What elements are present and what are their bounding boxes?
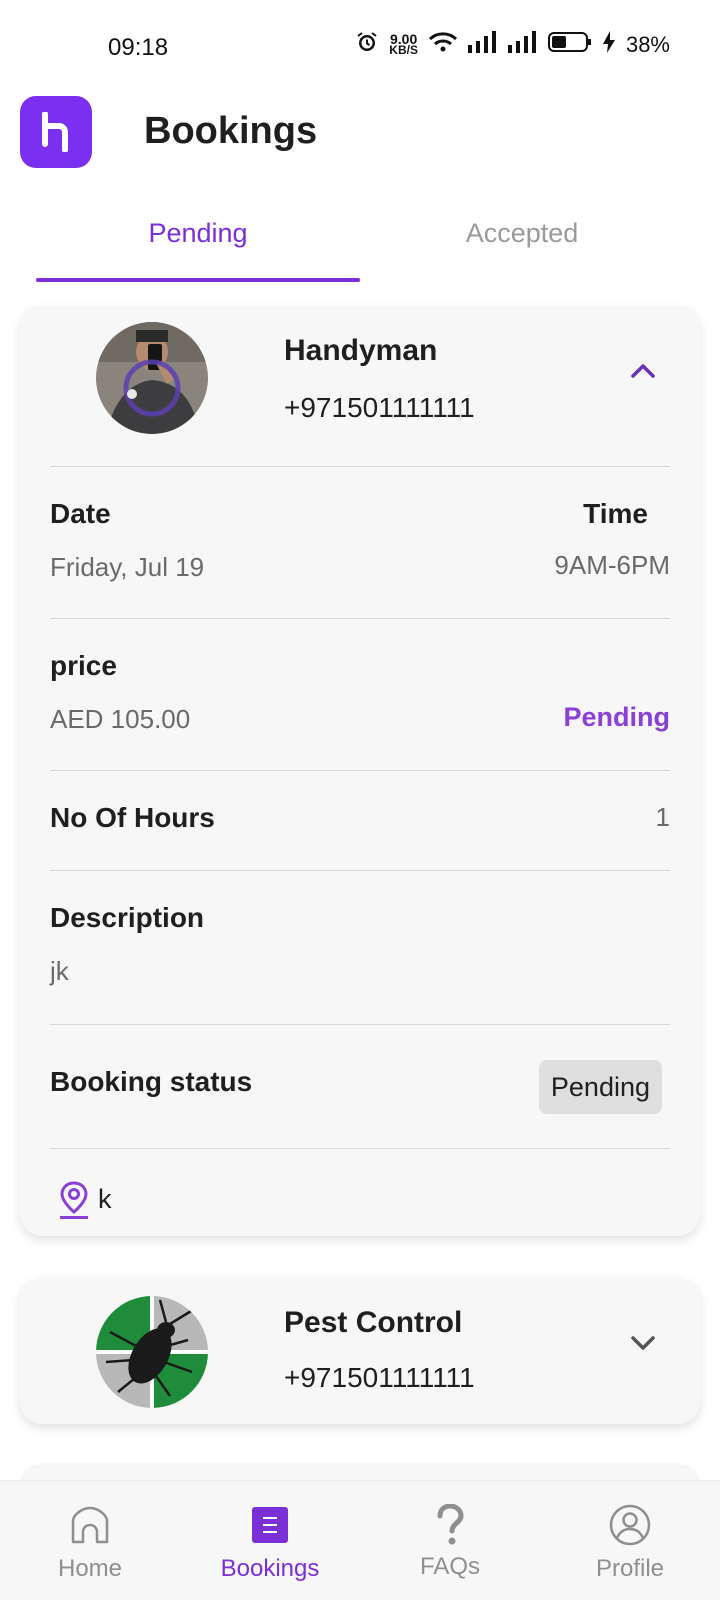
- location-pin-icon: [58, 1180, 90, 1220]
- chevron-up-icon[interactable]: [628, 356, 658, 386]
- profile-icon: [608, 1503, 652, 1547]
- battery-icon: [547, 31, 592, 59]
- bottom-nav: Home Bookings FAQs Profile: [0, 1480, 720, 1600]
- tab-bar: Pending Accepted: [36, 196, 684, 286]
- time-value: 9AM-6PM: [554, 550, 670, 580]
- service-phone: +971501111111: [284, 392, 475, 423]
- divider: [50, 466, 670, 467]
- status-time: 09:18: [108, 34, 169, 61]
- battery-percent: 38%: [625, 32, 670, 57]
- nav-profile[interactable]: Profile: [540, 1481, 720, 1600]
- booking-status-label: Booking status: [50, 1066, 253, 1097]
- nav-bookings[interactable]: Bookings: [180, 1481, 360, 1600]
- home-icon: [68, 1503, 112, 1547]
- price-value: AED 105.00: [50, 704, 191, 734]
- nav-home-label: Home: [57, 1555, 123, 1582]
- status-bar: 09:18 9.00 KB/S 38%: [0, 0, 720, 96]
- nav-faqs-label: FAQs: [419, 1553, 480, 1580]
- booking-card-header[interactable]: Handyman +971501111111: [20, 306, 700, 464]
- price-label: price: [50, 650, 117, 681]
- divider: [50, 870, 670, 871]
- date-label: Date: [50, 498, 111, 529]
- bookings-icon: [248, 1503, 292, 1547]
- status-icons: 9.00 KB/S 38%: [355, 30, 670, 60]
- divider: [50, 1024, 670, 1025]
- divider: [50, 1148, 670, 1149]
- chevron-down-icon[interactable]: [628, 1328, 658, 1358]
- service-phone: +971501111111: [284, 1362, 475, 1393]
- wifi-icon: [428, 31, 458, 59]
- page-title: Bookings: [144, 110, 318, 152]
- divider: [50, 618, 670, 619]
- speed-unit: KB/S: [389, 43, 418, 57]
- tab-pending[interactable]: Pending: [36, 218, 360, 249]
- app-logo-icon: [20, 96, 92, 168]
- alarm-icon: [355, 30, 379, 60]
- service-name: Pest Control: [284, 1306, 463, 1339]
- status-badge: Pending: [538, 1060, 662, 1114]
- hours-label: No Of Hours: [50, 802, 215, 833]
- charging-icon: [602, 31, 616, 59]
- tab-indicator: [36, 278, 360, 282]
- bookings-screen: 09:18 9.00 KB/S 38% Bookings Pending Acc…: [0, 0, 720, 1600]
- hours-value: 1: [655, 802, 670, 832]
- network-speed: 9.00 KB/S: [389, 32, 418, 57]
- description-label: Description: [50, 902, 205, 933]
- booking-card: Handyman +971501111111 Date Time Friday,…: [20, 306, 700, 1236]
- tab-accepted[interactable]: Accepted: [360, 218, 684, 249]
- nav-home[interactable]: Home: [0, 1481, 180, 1600]
- location-text: k: [98, 1184, 112, 1214]
- nav-faqs[interactable]: FAQs: [360, 1481, 540, 1600]
- avatar: [96, 322, 208, 434]
- signal-icon: [467, 31, 498, 59]
- faq-icon: [428, 1503, 472, 1547]
- description-value: jk: [50, 956, 69, 986]
- signal-icon: [507, 31, 538, 59]
- payment-status: Pending: [563, 702, 671, 732]
- booking-card[interactable]: Pest Control +971501111111: [20, 1278, 700, 1424]
- service-name: Handyman: [284, 334, 438, 367]
- time-label: Time: [583, 498, 648, 529]
- nav-bookings-label: Bookings: [220, 1555, 320, 1582]
- avatar: [96, 1296, 208, 1408]
- divider: [50, 770, 670, 771]
- date-value: Friday, Jul 19: [50, 552, 205, 582]
- nav-profile-label: Profile: [595, 1555, 665, 1582]
